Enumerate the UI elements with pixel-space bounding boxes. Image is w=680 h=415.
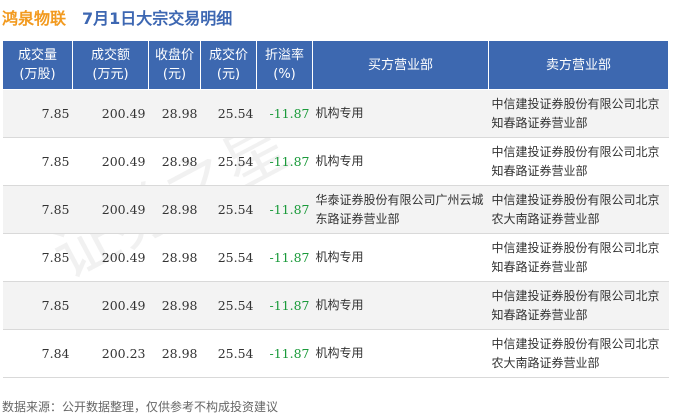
- col-close-header-line: 收盘价: [154, 48, 194, 63]
- table-row: 7.84 200.23 28.98 25.54 -11.87 机构专用 中信建投证券股份有限…: [2, 329, 669, 378]
- cell-amount: 200.49: [72, 233, 149, 282]
- col-close-header: 收盘价 (元): [148, 40, 201, 90]
- col-amount-header: 成交额 (万元): [72, 40, 149, 90]
- col-buyer-header-line: 买方营业部: [367, 57, 433, 73]
- cell-close: 28.98: [148, 233, 201, 282]
- table-row: 7.85 200.49 28.98 25.54 -11.87 机构专用 中信建投证券股份有限…: [2, 89, 669, 138]
- cell-buyer: 机构专用: [312, 329, 489, 378]
- col-premium-header-line: (%): [273, 67, 296, 82]
- cell-premium: -11.87: [256, 281, 313, 330]
- cell-price: 25.54: [200, 329, 257, 378]
- cell-close: 28.98: [148, 185, 201, 234]
- cell-amount: 200.49: [72, 89, 149, 138]
- col-volume-header-line: 成交量: [17, 48, 57, 63]
- cell-close: 28.98: [148, 137, 201, 186]
- stock-name: 鸿泉物联: [2, 9, 67, 28]
- cell-buyer: 机构专用: [312, 233, 489, 282]
- cell-buyer: 机构专用: [312, 89, 489, 138]
- col-premium-header-line: 折溢率: [264, 48, 304, 63]
- cell-price: 25.54: [200, 233, 257, 282]
- table-body: 7.85 200.49 28.98 25.54 -11.87 机构专用 中信建投证券股份有限…: [2, 89, 669, 378]
- col-amount-header-line: (万元): [92, 67, 129, 82]
- cell-premium: -11.87: [256, 233, 313, 282]
- col-premium-header: 折溢率 (%): [256, 40, 313, 90]
- table-title: 7月1日大宗交易明细: [82, 9, 233, 28]
- cell-volume: 7.85: [2, 137, 73, 186]
- cell-seller: 中信建投证券股份有限公司北京知春路证券营业部: [488, 89, 669, 138]
- col-seller-header: 卖方营业部: [488, 40, 669, 90]
- cell-premium: -11.87: [256, 329, 313, 378]
- cell-seller: 中信建投证券股份有限公司北京知春路证券营业部: [488, 233, 669, 282]
- cell-seller: 中信建投证券股份有限公司北京知春路证券营业部: [488, 137, 669, 186]
- cell-amount: 200.49: [72, 185, 149, 234]
- col-volume-header-line: (万股): [19, 67, 56, 82]
- cell-price: 25.54: [200, 185, 257, 234]
- cell-volume: 7.85: [2, 89, 73, 138]
- cell-close: 28.98: [148, 329, 201, 378]
- col-price-header-line: 成交价: [208, 48, 248, 63]
- cell-buyer: 华泰证券股份有限公司广州云城东路证券营业部: [312, 185, 489, 234]
- cell-close: 28.98: [148, 281, 201, 330]
- cell-buyer: 机构专用: [312, 137, 489, 186]
- cell-buyer: 机构专用: [312, 281, 489, 330]
- cell-volume: 7.85: [2, 281, 73, 330]
- col-price-header: 成交价 (元): [200, 40, 257, 90]
- data-source-note: 数据来源：公开数据整理，仅供参考不构成投资建议: [2, 400, 279, 414]
- cell-premium: -11.87: [256, 185, 313, 234]
- col-seller-header-line: 卖方营业部: [545, 57, 611, 73]
- cell-premium: -11.87: [256, 89, 313, 138]
- col-amount-header-line: 成交额: [90, 48, 130, 63]
- cell-seller: 中信建投证券股份有限公司北京农大南路证券营业部: [488, 185, 669, 234]
- cell-seller: 中信建投证券股份有限公司北京农大南路证券营业部: [488, 329, 669, 378]
- cell-volume: 7.85: [2, 185, 73, 234]
- cell-seller: 中信建投证券股份有限公司北京知春路证券营业部: [488, 281, 669, 330]
- cell-premium: -11.87: [256, 137, 313, 186]
- cell-price: 25.54: [200, 281, 257, 330]
- col-price-header-line: (元): [216, 67, 241, 82]
- page-title: 鸿泉物联 7月1日大宗交易明细: [2, 6, 232, 28]
- block-trade-table: 成交量 (万股) 成交额 (万元) 收盘价 (元) 成交价 (元) 折溢率 (%) 买方营业部 卖方营…: [2, 40, 669, 378]
- table-header-row: 成交量 (万股) 成交额 (万元) 收盘价 (元) 成交价 (元) 折溢率 (%) 买方营业部 卖方营…: [2, 40, 669, 90]
- col-close-header-line: (元): [162, 67, 187, 82]
- cell-amount: 200.49: [72, 137, 149, 186]
- table-row: 7.85 200.49 28.98 25.54 -11.87 华泰证券股份有限公司广州云城…: [2, 185, 669, 234]
- table-row: 7.85 200.49 28.98 25.54 -11.87 机构专用 中信建投证券股份有限…: [2, 281, 669, 330]
- col-buyer-header: 买方营业部: [312, 40, 489, 90]
- cell-volume: 7.85: [2, 233, 73, 282]
- table-row: 7.85 200.49 28.98 25.54 -11.87 机构专用 中信建投证券股份有限…: [2, 137, 669, 186]
- cell-close: 28.98: [148, 89, 201, 138]
- cell-volume: 7.84: [2, 329, 73, 378]
- col-volume-header: 成交量 (万股): [2, 40, 73, 90]
- cell-price: 25.54: [200, 137, 257, 186]
- table-row: 7.85 200.49 28.98 25.54 -11.87 机构专用 中信建投证券股份有限…: [2, 233, 669, 282]
- cell-amount: 200.23: [72, 329, 149, 378]
- cell-amount: 200.49: [72, 281, 149, 330]
- cell-price: 25.54: [200, 89, 257, 138]
